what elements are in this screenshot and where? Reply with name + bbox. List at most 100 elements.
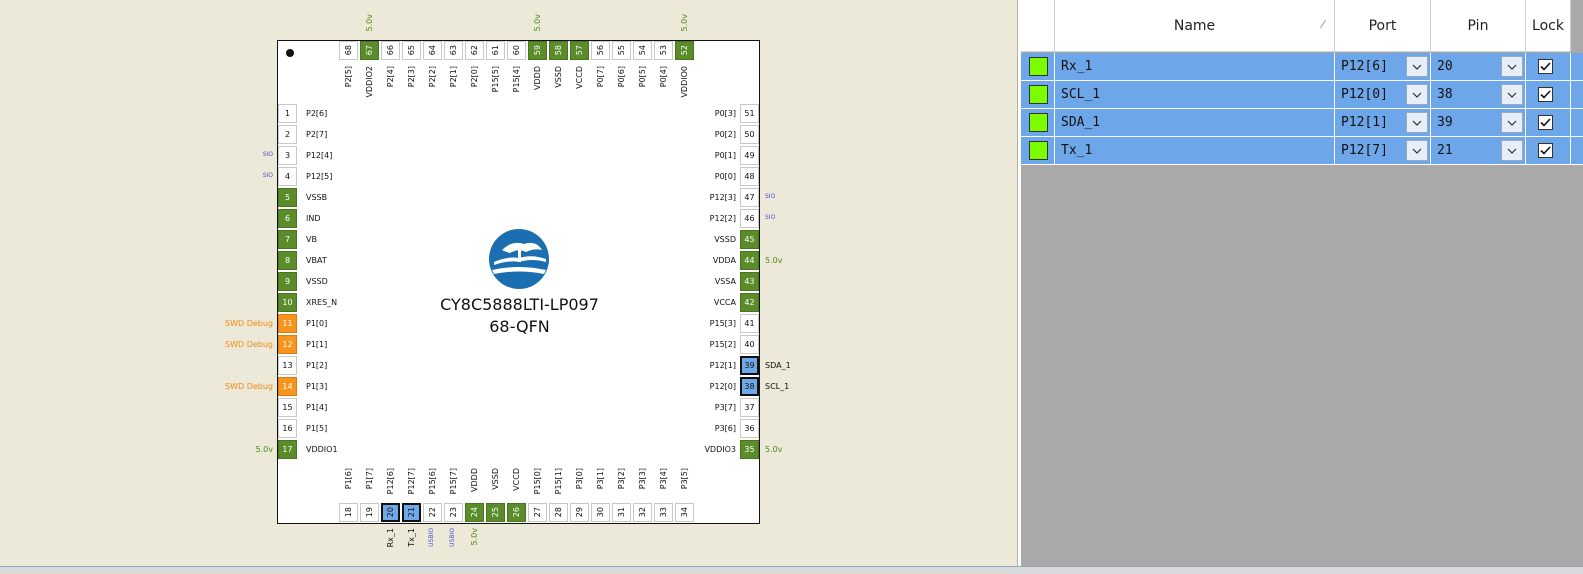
- pin-21[interactable]: 21: [402, 503, 421, 522]
- pin-13[interactable]: 13: [278, 356, 297, 375]
- pin-24[interactable]: 24: [465, 503, 484, 522]
- chevron-down-icon[interactable]: [1501, 84, 1523, 105]
- pin-12[interactable]: 12: [278, 335, 297, 354]
- pin-53[interactable]: 53: [654, 41, 673, 60]
- chevron-down-icon[interactable]: [1501, 140, 1523, 161]
- signal-name[interactable]: Rx_1: [1055, 53, 1335, 80]
- pin-65[interactable]: 65: [402, 41, 421, 60]
- chevron-down-icon[interactable]: [1406, 56, 1428, 77]
- pin-41[interactable]: 41: [740, 314, 759, 333]
- chevron-down-icon[interactable]: [1406, 112, 1428, 133]
- port-select[interactable]: P12[1]: [1335, 109, 1431, 136]
- header-lock[interactable]: Lock: [1526, 0, 1571, 52]
- pin-60[interactable]: 60: [507, 41, 526, 60]
- pin-27[interactable]: 27: [528, 503, 547, 522]
- pin-68[interactable]: 68: [339, 41, 358, 60]
- port-select[interactable]: P12[7]: [1335, 137, 1431, 164]
- pin-8[interactable]: 8: [278, 251, 297, 270]
- pin-47[interactable]: 47: [740, 188, 759, 207]
- pin-44[interactable]: 44: [740, 251, 759, 270]
- pin-10[interactable]: 10: [278, 293, 297, 312]
- table-row[interactable]: Rx_1 P12[6] 20: [1021, 53, 1583, 81]
- pin-28[interactable]: 28: [549, 503, 568, 522]
- pin-46[interactable]: 46: [740, 209, 759, 228]
- pin-54[interactable]: 54: [633, 41, 652, 60]
- chevron-down-icon[interactable]: [1406, 84, 1428, 105]
- pin-9[interactable]: 9: [278, 272, 297, 291]
- pin-14[interactable]: 14: [278, 377, 297, 396]
- pin-30[interactable]: 30: [591, 503, 610, 522]
- pin-23[interactable]: 23: [444, 503, 463, 522]
- lock-checkbox[interactable]: [1538, 143, 1553, 158]
- pin-40[interactable]: 40: [740, 335, 759, 354]
- pin-55[interactable]: 55: [612, 41, 631, 60]
- pin-25[interactable]: 25: [486, 503, 505, 522]
- pin-38[interactable]: 38: [740, 377, 759, 396]
- chevron-down-icon[interactable]: [1501, 112, 1523, 133]
- pin-57[interactable]: 57: [570, 41, 589, 60]
- pin-3[interactable]: 3: [278, 146, 297, 165]
- pin-1[interactable]: 1: [278, 104, 297, 123]
- pin-66[interactable]: 66: [381, 41, 400, 60]
- header-pin[interactable]: Pin: [1431, 0, 1526, 52]
- pin-37[interactable]: 37: [740, 398, 759, 417]
- pin-6[interactable]: 6: [278, 209, 297, 228]
- pin-22[interactable]: 22: [423, 503, 442, 522]
- pin-16[interactable]: 16: [278, 419, 297, 438]
- pin-select[interactable]: 20: [1431, 53, 1526, 80]
- pin-20[interactable]: 20: [381, 503, 400, 522]
- pin-64[interactable]: 64: [423, 41, 442, 60]
- header-port[interactable]: Port: [1335, 0, 1431, 52]
- pin-15[interactable]: 15: [278, 398, 297, 417]
- pin-61[interactable]: 61: [486, 41, 505, 60]
- pin-36[interactable]: 36: [740, 419, 759, 438]
- pin-34[interactable]: 34: [675, 503, 694, 522]
- pin-62[interactable]: 62: [465, 41, 484, 60]
- signal-name[interactable]: SCL_1: [1055, 81, 1335, 108]
- chevron-down-icon[interactable]: [1406, 140, 1428, 161]
- pin-50[interactable]: 50: [740, 125, 759, 144]
- pin-18[interactable]: 18: [339, 503, 358, 522]
- pin-4[interactable]: 4: [278, 167, 297, 186]
- pin-26[interactable]: 26: [507, 503, 526, 522]
- lock-checkbox[interactable]: [1538, 59, 1553, 74]
- signal-name[interactable]: SDA_1: [1055, 109, 1335, 136]
- pin-11[interactable]: 11: [278, 314, 297, 333]
- port-select[interactable]: P12[6]: [1335, 53, 1431, 80]
- pin-17[interactable]: 17: [278, 440, 297, 459]
- pin-31[interactable]: 31: [612, 503, 631, 522]
- table-row[interactable]: SDA_1 P12[1] 39: [1021, 109, 1583, 137]
- pin-51[interactable]: 51: [740, 104, 759, 123]
- pin-48[interactable]: 48: [740, 167, 759, 186]
- pin-39[interactable]: 39: [740, 356, 759, 375]
- header-name[interactable]: Name ⁄: [1055, 0, 1335, 52]
- pin-35[interactable]: 35: [740, 440, 759, 459]
- pin-33[interactable]: 33: [654, 503, 673, 522]
- pin-49[interactable]: 49: [740, 146, 759, 165]
- lock-checkbox[interactable]: [1538, 115, 1553, 130]
- chevron-down-icon[interactable]: [1501, 56, 1523, 77]
- lock-checkbox[interactable]: [1538, 87, 1553, 102]
- pin-7[interactable]: 7: [278, 230, 297, 249]
- pin-29[interactable]: 29: [570, 503, 589, 522]
- signal-name[interactable]: Tx_1: [1055, 137, 1335, 164]
- pin-43[interactable]: 43: [740, 272, 759, 291]
- pin-2[interactable]: 2: [278, 125, 297, 144]
- pin-19[interactable]: 19: [360, 503, 379, 522]
- pin-52[interactable]: 52: [675, 41, 694, 60]
- table-row[interactable]: Tx_1 P12[7] 21: [1021, 137, 1583, 165]
- pin-5[interactable]: 5: [278, 188, 297, 207]
- pin-select[interactable]: 39: [1431, 109, 1526, 136]
- pin-56[interactable]: 56: [591, 41, 610, 60]
- pin-select[interactable]: 38: [1431, 81, 1526, 108]
- table-row[interactable]: SCL_1 P12[0] 38: [1021, 81, 1583, 109]
- pin-59[interactable]: 59: [528, 41, 547, 60]
- pin-67[interactable]: 67: [360, 41, 379, 60]
- port-select[interactable]: P12[0]: [1335, 81, 1431, 108]
- pin-select[interactable]: 21: [1431, 137, 1526, 164]
- pin-58[interactable]: 58: [549, 41, 568, 60]
- pin-42[interactable]: 42: [740, 293, 759, 312]
- pin-32[interactable]: 32: [633, 503, 652, 522]
- pin-63[interactable]: 63: [444, 41, 463, 60]
- pin-45[interactable]: 45: [740, 230, 759, 249]
